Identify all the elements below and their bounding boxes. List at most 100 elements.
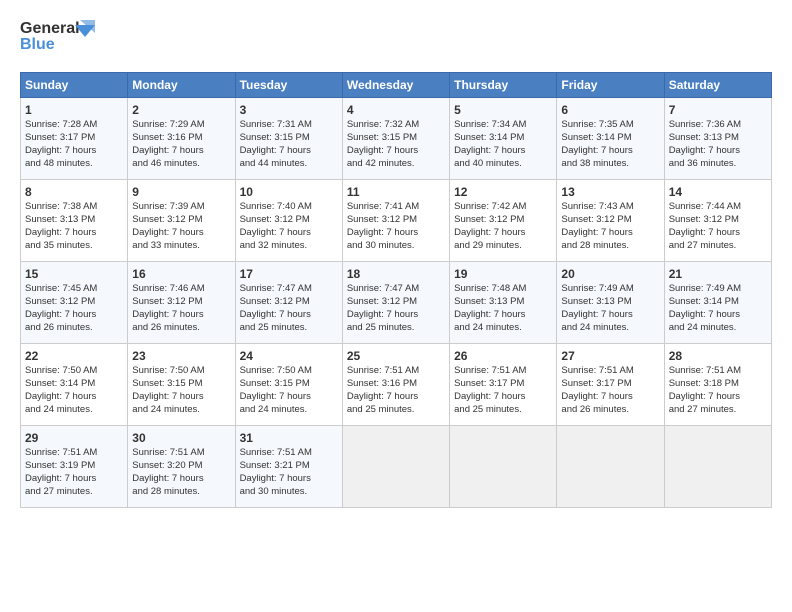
calendar-cell: 16Sunrise: 7:46 AMSunset: 3:12 PMDayligh… [128, 262, 235, 344]
day-number: 11 [347, 184, 445, 200]
day-info-line: and 38 minutes. [561, 158, 659, 171]
day-info-line: Sunset: 3:12 PM [132, 214, 230, 227]
week-row-2: 8Sunrise: 7:38 AMSunset: 3:13 PMDaylight… [21, 180, 772, 262]
day-info-line: and 44 minutes. [240, 158, 338, 171]
day-info-line: Daylight: 7 hours [561, 227, 659, 240]
day-info-line: Daylight: 7 hours [561, 145, 659, 158]
day-info-line: Sunrise: 7:51 AM [240, 447, 338, 460]
day-info-line: Daylight: 7 hours [240, 309, 338, 322]
calendar-cell: 22Sunrise: 7:50 AMSunset: 3:14 PMDayligh… [21, 344, 128, 426]
day-info-line: Sunset: 3:12 PM [669, 214, 767, 227]
day-info-line: Sunset: 3:17 PM [25, 132, 123, 145]
day-info-line: Daylight: 7 hours [669, 227, 767, 240]
day-number: 17 [240, 266, 338, 282]
day-info-line: and 36 minutes. [669, 158, 767, 171]
logo: General Blue [20, 15, 95, 64]
week-row-4: 22Sunrise: 7:50 AMSunset: 3:14 PMDayligh… [21, 344, 772, 426]
day-info-line: Sunrise: 7:34 AM [454, 119, 552, 132]
day-info-line: Daylight: 7 hours [132, 473, 230, 486]
day-info-line: Sunrise: 7:41 AM [347, 201, 445, 214]
day-number: 22 [25, 348, 123, 364]
day-info-line: and 42 minutes. [347, 158, 445, 171]
calendar-cell: 13Sunrise: 7:43 AMSunset: 3:12 PMDayligh… [557, 180, 664, 262]
day-info-line: Sunset: 3:12 PM [25, 296, 123, 309]
day-number: 18 [347, 266, 445, 282]
day-number: 20 [561, 266, 659, 282]
header: General Blue [20, 15, 772, 64]
day-info-line: Daylight: 7 hours [240, 391, 338, 404]
day-info-line: Daylight: 7 hours [669, 391, 767, 404]
day-info-line: Sunset: 3:14 PM [669, 296, 767, 309]
day-info-line: Sunset: 3:12 PM [454, 214, 552, 227]
day-info-line: Sunrise: 7:45 AM [25, 283, 123, 296]
day-info-line: and 26 minutes. [561, 404, 659, 417]
calendar-cell: 26Sunrise: 7:51 AMSunset: 3:17 PMDayligh… [450, 344, 557, 426]
day-info-line: Sunset: 3:12 PM [347, 296, 445, 309]
page: General Blue SundayMondayTuesdayWednesda… [0, 0, 792, 612]
day-header-friday: Friday [557, 73, 664, 98]
day-info-line: Sunset: 3:15 PM [132, 378, 230, 391]
day-info-line: and 30 minutes. [347, 240, 445, 253]
day-number: 25 [347, 348, 445, 364]
day-info-line: Sunset: 3:15 PM [240, 132, 338, 145]
day-info-line: Daylight: 7 hours [132, 227, 230, 240]
day-info-line: Daylight: 7 hours [240, 227, 338, 240]
day-info-line: and 33 minutes. [132, 240, 230, 253]
day-info-line: Sunrise: 7:31 AM [240, 119, 338, 132]
day-number: 9 [132, 184, 230, 200]
week-row-3: 15Sunrise: 7:45 AMSunset: 3:12 PMDayligh… [21, 262, 772, 344]
day-info-line: and 28 minutes. [132, 486, 230, 499]
day-info-line: and 35 minutes. [25, 240, 123, 253]
day-info-line: Sunrise: 7:29 AM [132, 119, 230, 132]
day-number: 13 [561, 184, 659, 200]
calendar-cell: 30Sunrise: 7:51 AMSunset: 3:20 PMDayligh… [128, 426, 235, 508]
day-info-line: Sunset: 3:12 PM [240, 214, 338, 227]
day-info-line: Sunrise: 7:51 AM [132, 447, 230, 460]
day-info-line: Daylight: 7 hours [25, 391, 123, 404]
day-info-line: and 46 minutes. [132, 158, 230, 171]
day-info-line: and 24 minutes. [240, 404, 338, 417]
day-info-line: Sunset: 3:13 PM [25, 214, 123, 227]
day-number: 12 [454, 184, 552, 200]
day-info-line: Sunrise: 7:39 AM [132, 201, 230, 214]
day-info-line: and 27 minutes. [25, 486, 123, 499]
day-info-line: Sunset: 3:17 PM [454, 378, 552, 391]
day-info-line: Sunrise: 7:51 AM [347, 365, 445, 378]
day-header-saturday: Saturday [664, 73, 771, 98]
calendar-cell: 27Sunrise: 7:51 AMSunset: 3:17 PMDayligh… [557, 344, 664, 426]
day-info-line: Sunset: 3:15 PM [240, 378, 338, 391]
day-info-line: and 24 minutes. [561, 322, 659, 335]
day-info-line: Sunset: 3:15 PM [347, 132, 445, 145]
day-number: 15 [25, 266, 123, 282]
day-info-line: Daylight: 7 hours [561, 391, 659, 404]
day-number: 19 [454, 266, 552, 282]
day-info-line: and 25 minutes. [240, 322, 338, 335]
day-info-line: Sunrise: 7:47 AM [347, 283, 445, 296]
day-info-line: Daylight: 7 hours [347, 309, 445, 322]
day-number: 4 [347, 102, 445, 118]
day-info-line: Sunrise: 7:28 AM [25, 119, 123, 132]
day-info-line: Daylight: 7 hours [25, 145, 123, 158]
day-info-line: and 27 minutes. [669, 240, 767, 253]
day-info-line: Sunrise: 7:36 AM [669, 119, 767, 132]
day-info-line: Sunrise: 7:44 AM [669, 201, 767, 214]
week-row-1: 1Sunrise: 7:28 AMSunset: 3:17 PMDaylight… [21, 98, 772, 180]
day-info-line: Sunrise: 7:35 AM [561, 119, 659, 132]
calendar-cell: 10Sunrise: 7:40 AMSunset: 3:12 PMDayligh… [235, 180, 342, 262]
day-info-line: and 24 minutes. [132, 404, 230, 417]
day-number: 23 [132, 348, 230, 364]
day-info-line: Sunrise: 7:43 AM [561, 201, 659, 214]
calendar-cell: 31Sunrise: 7:51 AMSunset: 3:21 PMDayligh… [235, 426, 342, 508]
day-info-line: Sunset: 3:14 PM [454, 132, 552, 145]
day-info-line: and 24 minutes. [669, 322, 767, 335]
day-number: 26 [454, 348, 552, 364]
day-header-thursday: Thursday [450, 73, 557, 98]
day-header-monday: Monday [128, 73, 235, 98]
day-number: 28 [669, 348, 767, 364]
day-info-line: Sunset: 3:21 PM [240, 460, 338, 473]
day-info-line: and 26 minutes. [25, 322, 123, 335]
day-number: 31 [240, 430, 338, 446]
day-info-line: Daylight: 7 hours [132, 309, 230, 322]
day-info-line: Sunset: 3:17 PM [561, 378, 659, 391]
day-info-line: and 30 minutes. [240, 486, 338, 499]
